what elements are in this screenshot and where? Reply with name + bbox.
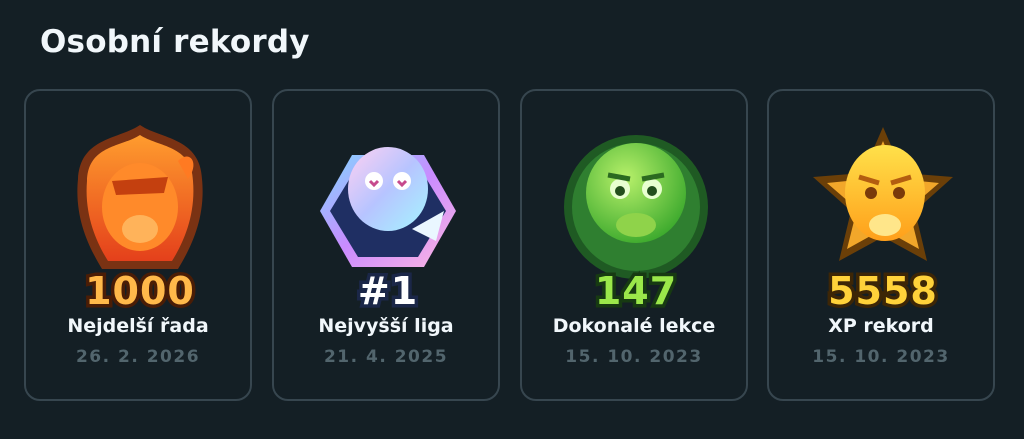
record-label: XP rekord bbox=[828, 315, 934, 337]
record-value: #1 bbox=[354, 266, 420, 317]
record-card-xp-record[interactable]: 5558 XP rekord 15. 10. 2023 bbox=[767, 89, 995, 401]
record-card-longest-streak[interactable]: 1000 Nejdelší řada 26. 2. 2026 bbox=[24, 89, 252, 401]
diamond-league-owl-badge-icon: #1 bbox=[308, 119, 468, 317]
record-card-perfect-lessons[interactable]: 147 Dokonalé lekce 15. 10. 2023 bbox=[520, 89, 748, 401]
record-value: 5558 bbox=[825, 266, 941, 317]
record-label: Dokonalé lekce bbox=[552, 315, 716, 337]
record-date: 21. 4. 2025 bbox=[323, 347, 449, 367]
record-value: 147 bbox=[591, 266, 679, 317]
record-date: 15. 10. 2023 bbox=[565, 347, 703, 367]
record-date: 15. 10. 2023 bbox=[812, 347, 950, 367]
personal-records-grid: 1000 Nejdelší řada 26. 2. 2026 #1 Nejvyš… bbox=[24, 89, 1000, 403]
record-label: Nejvyšší liga bbox=[318, 315, 454, 337]
record-card-top-league[interactable]: #1 Nejvyšší liga 21. 4. 2025 bbox=[272, 89, 500, 401]
record-label: Nejdelší řada bbox=[67, 315, 209, 337]
record-date: 26. 2. 2026 bbox=[75, 347, 201, 367]
xp-owl-star-badge-icon: 5558 bbox=[803, 119, 963, 317]
page-title: Osobní rekordy bbox=[40, 24, 310, 60]
streak-owl-flame-badge-icon: 1000 bbox=[60, 119, 220, 317]
perfect-lessons-owl-badge-icon: 147 bbox=[556, 119, 716, 317]
record-value: 1000 bbox=[82, 266, 198, 317]
